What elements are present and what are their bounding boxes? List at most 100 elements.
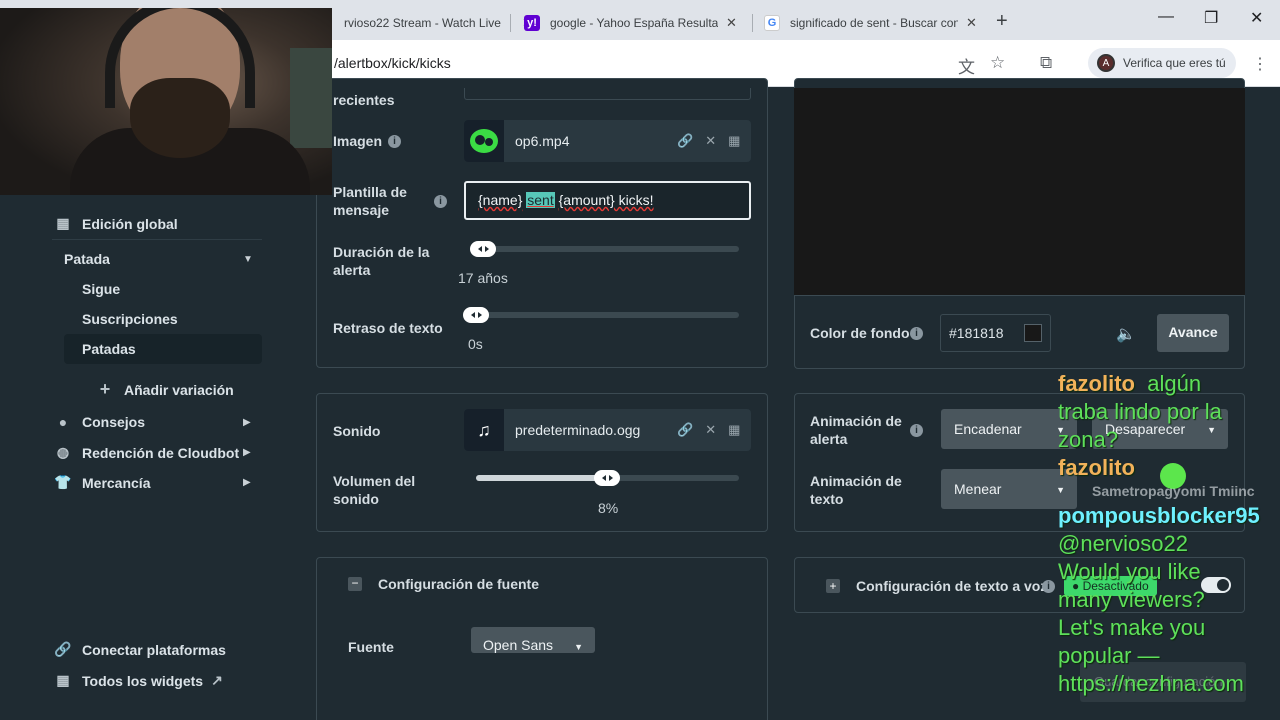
collapse-icon[interactable]: − (348, 577, 362, 591)
info-icon[interactable]: i (910, 424, 923, 437)
volume-label-line: sonido (333, 491, 379, 507)
link-icon[interactable]: 🔗 (677, 133, 693, 149)
sidebar-item-patadas[interactable]: Patadas (82, 341, 136, 357)
sidebar-item-label: Mercancía (82, 474, 151, 491)
grid-icon: ▦ (56, 215, 70, 231)
alert-anim-in-select[interactable]: Encadenar ▼ (941, 409, 1077, 449)
image-file-field[interactable]: op6.mp4 🔗 ✕ ▦ (464, 120, 751, 162)
tab-yahoo[interactable]: y! google - Yahoo España Resultados ✕ (512, 6, 749, 40)
link-icon: 🔗 (54, 641, 72, 657)
video-thumbnail-icon (464, 120, 504, 162)
bg-color-input[interactable]: #181818 (940, 314, 1051, 352)
caret-down-icon: ▼ (1056, 485, 1065, 495)
template-part: {amount} kicks! (558, 192, 654, 208)
label-line: Animación de (810, 473, 902, 489)
color-swatch[interactable] (1024, 324, 1042, 342)
duration-slider-track[interactable] (476, 246, 739, 252)
profile-verify-button[interactable]: A Verifica que eres tú (1088, 48, 1236, 78)
tab-title: rvioso22 Stream - Watch Live (344, 16, 501, 30)
plus-icon: + (99, 379, 111, 399)
chat-text: many viewers? (1058, 587, 1205, 612)
label-line: Animación de (810, 413, 902, 429)
grid-icon[interactable]: ▦ (728, 422, 740, 438)
music-note-icon: ♫ (464, 409, 504, 451)
close-icon[interactable]: ✕ (705, 133, 716, 149)
menu-kebab-icon[interactable]: ⋮ (1252, 54, 1268, 74)
sidebar-item-label: Suscripciones (82, 311, 178, 327)
duration-value: 17 años (458, 270, 508, 286)
sidebar-item-mercancia[interactable]: 👕 Mercancía (54, 474, 150, 491)
close-icon[interactable]: ✕ (726, 15, 737, 31)
chat-text: popular — (1058, 643, 1160, 668)
tab-google[interactable]: G significado de sent - Buscar con ✕ (752, 6, 989, 40)
sidebar-item-label: Edición global (82, 215, 178, 232)
image-file-name: op6.mp4 (515, 133, 570, 149)
info-icon[interactable]: i (910, 327, 923, 340)
sidebar-item-patada[interactable]: Patada (64, 251, 110, 267)
chat-faded-text: Sametropagyomi Tmiinc (1092, 483, 1255, 499)
select-value: Encadenar (954, 421, 1022, 437)
yahoo-icon: y! (524, 15, 540, 31)
new-tab-button[interactable]: + (996, 10, 1008, 33)
text-delay-slider-handle[interactable] (463, 307, 489, 323)
chat-text: https://nezhna.com (1058, 671, 1244, 696)
chat-username: pompousblocker95 (1058, 503, 1260, 528)
webcam-overlay (0, 8, 332, 195)
translate-icon[interactable]: 文 (958, 53, 975, 78)
sidebar-item-suscripciones[interactable]: Suscripciones (82, 311, 178, 327)
extensions-icon[interactable]: ⧉ (1040, 53, 1052, 73)
duration-slider-handle[interactable] (470, 241, 496, 257)
expand-icon[interactable]: + (826, 579, 840, 593)
info-icon[interactable]: i (388, 135, 401, 148)
tab-title: google - Yahoo España Resultados (550, 16, 718, 30)
speaker-icon[interactable]: 🔈 (1116, 324, 1136, 344)
sidebar-item-cloudbot[interactable]: ◍ Redención de Cloudbot (54, 444, 239, 461)
text-delay-slider-track[interactable] (476, 312, 739, 318)
info-icon[interactable]: i (434, 195, 447, 208)
sidebar-item-label: Patadas (82, 341, 136, 357)
caret-right-icon: ▶ (243, 447, 251, 458)
chat-username: fazolito (1058, 455, 1135, 480)
template-label-line: mensaje (333, 202, 390, 218)
template-selected-word: sent (526, 192, 555, 208)
bg-color-label: Color de fondo (810, 325, 910, 341)
bookmark-star-icon[interactable]: ☆ (990, 53, 1005, 73)
preview-button[interactable]: Avance (1157, 314, 1229, 352)
sidebar-item-label: Conectar plataformas (82, 641, 226, 658)
message-template-input[interactable]: {name} sent {amount} kicks! (464, 181, 751, 220)
chat-overlay: fazolito algún traba lindo por la zona? … (1058, 370, 1222, 482)
template-label: Plantilla de mensaje (333, 183, 407, 219)
close-icon[interactable]: ✕ (705, 422, 716, 438)
volume-slider-fill (476, 475, 607, 481)
address-bar[interactable]: /alertbox/kick/kicks (334, 55, 451, 71)
recent-select[interactable] (464, 88, 751, 100)
sound-file-name: predeterminado.ogg (515, 422, 641, 438)
sidebar-item-global-edit[interactable]: ▦ Edición global (54, 215, 178, 232)
sidebar-item-label: Consejos (82, 414, 146, 430)
bg-color-value: #181818 (949, 325, 1004, 341)
connect-platforms-link[interactable]: 🔗 Conectar plataformas (54, 641, 226, 658)
minimize-icon[interactable]: — (1158, 8, 1174, 26)
sidebar-item-label: Todos los widgets (82, 672, 204, 689)
sound-file-field[interactable]: ♫ predeterminado.ogg 🔗 ✕ ▦ (464, 409, 751, 451)
text-anim-select[interactable]: Menear ▼ (941, 469, 1077, 509)
close-icon[interactable]: ✕ (966, 15, 977, 31)
text-delay-value: 0s (468, 336, 483, 352)
sidebar-item-label: Redención de Cloudbot (82, 444, 240, 461)
external-link-icon: ↗ (211, 672, 223, 688)
volume-slider-handle[interactable] (594, 470, 620, 486)
font-section-title: Configuración de fuente (378, 576, 539, 592)
sidebar-item-consejos[interactable]: ● Consejos (54, 414, 145, 430)
image-label: Imagen (333, 133, 383, 149)
all-widgets-link[interactable]: ▦ Todos los widgets ↗ (54, 672, 223, 689)
font-select[interactable]: Open Sans ▼ (471, 627, 595, 653)
font-select-value: Open Sans (483, 637, 554, 653)
sidebar-item-sigue[interactable]: Sigue (82, 281, 120, 297)
sound-label: Sonido (333, 423, 381, 439)
info-icon[interactable]: i (1042, 580, 1055, 593)
restore-icon[interactable]: ❐ (1204, 8, 1218, 28)
close-window-icon[interactable]: ✕ (1250, 8, 1263, 28)
link-icon[interactable]: 🔗 (677, 422, 693, 438)
grid-icon[interactable]: ▦ (728, 133, 740, 149)
add-variation-button[interactable]: + Añadir variación (96, 379, 234, 400)
